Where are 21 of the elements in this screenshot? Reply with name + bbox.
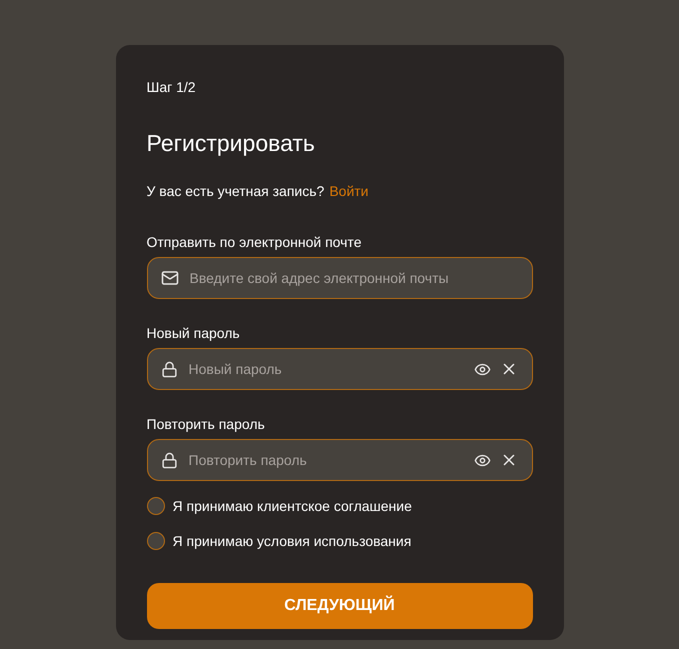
field-label: Новый пароль [146,325,241,341]
login-link[interactable]: Войти [329,183,369,199]
step-indicator: Шаг 1/2 [146,79,197,95]
email-input[interactable]: Введите свой адрес электронной почты [188,269,518,287]
next-button[interactable]: СЛЕДУЮЩИЙ [146,583,532,629]
password-field[interactable]: Новый пароль [146,348,532,390]
checkbox[interactable] [146,497,164,515]
password-input[interactable]: Повторить пароль [186,451,464,469]
field-label: Отправить по электронной почте [146,234,362,250]
mail-icon [160,269,178,287]
checkbox-label: Я принимаю условия использования [172,533,412,549]
checkbox[interactable] [146,532,164,550]
email-field[interactable]: Введите свой адрес электронной почты [146,257,532,299]
checkbox-label: Я принимаю клиентское соглашение [172,498,412,514]
lock-icon [160,360,178,378]
form-title: Регистрировать [146,129,316,157]
account-question: У вас есть учетная запись? [146,183,324,199]
password-field[interactable]: Повторить пароль [146,439,532,481]
field-label: Повторить пароль [146,416,266,432]
password-input[interactable]: Новый пароль [186,360,464,378]
lock-icon [160,452,178,468]
